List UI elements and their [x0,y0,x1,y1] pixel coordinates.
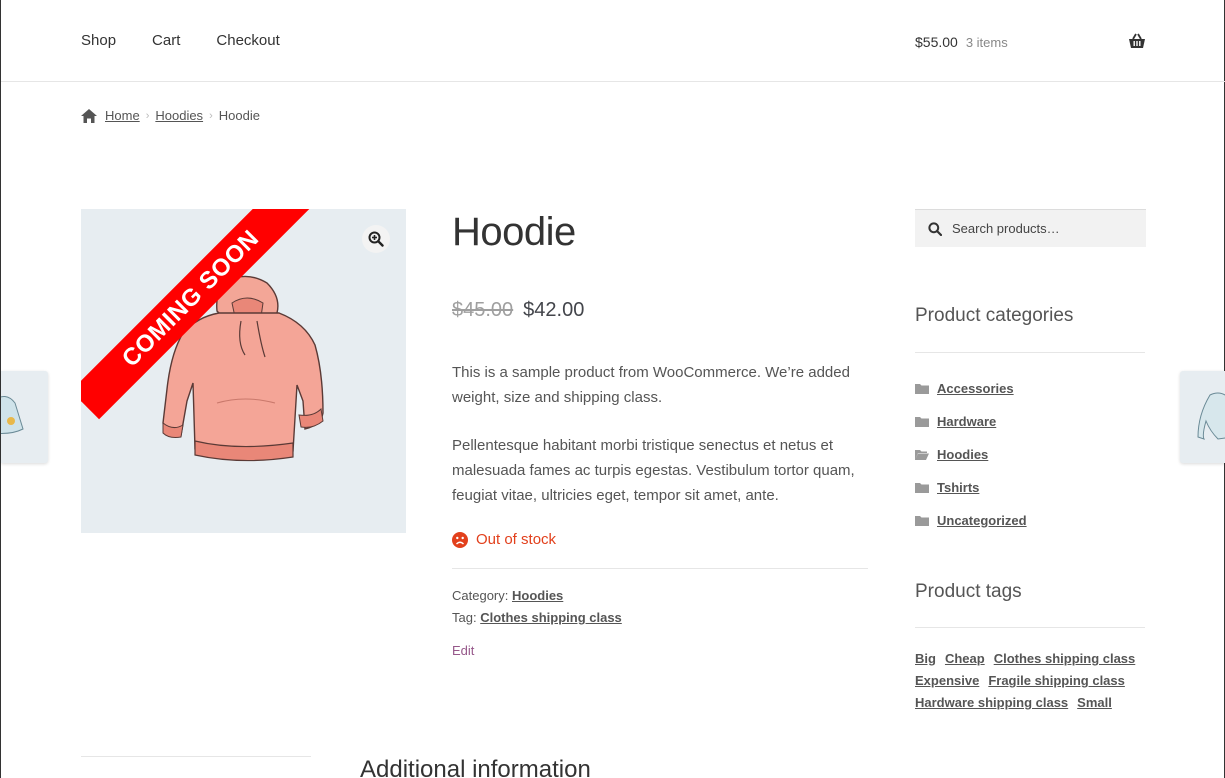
search-input[interactable] [952,221,1142,236]
tag-link[interactable]: Expensive [915,670,979,692]
tag-link[interactable]: Cheap [945,648,985,670]
nav-item-cart[interactable]: Cart [152,32,180,49]
category-link[interactable]: Hoodies [937,447,988,462]
primary-nav: Shop Cart Checkout [81,32,316,49]
category-item: Tshirts [915,471,1027,504]
tag-link[interactable]: Hardware shipping class [915,692,1068,714]
sad-face-icon [452,531,468,548]
search-icon [928,221,942,236]
sale-price: $42.00 [523,299,585,321]
tag-cloud: Big Cheap Clothes shipping class Expensive F… [915,648,1146,714]
divider [915,352,1145,353]
folder-icon [915,384,929,394]
category-item: Hardware [915,405,1027,438]
zoom-button[interactable] [362,225,390,253]
tag-label: Tag: [452,610,477,625]
product-image[interactable]: COMING SOON [81,209,406,533]
category-item: Hoodies [915,438,1027,471]
breadcrumb-separator-icon: › [145,109,150,122]
tag-link[interactable]: Clothes shipping class [480,610,622,625]
tag-link[interactable]: Small [1077,692,1112,714]
categories-widget-title: Product categories [915,305,1074,326]
category-link[interactable]: Hardware [937,414,996,429]
tabs-divider [81,756,311,757]
nav-item-shop[interactable]: Shop [81,32,116,49]
category-link[interactable]: Accessories [937,381,1014,396]
divider [452,568,868,569]
breadcrumb-current: Hoodie [218,108,260,123]
hoodie-thumb-icon [1,396,24,434]
zoom-in-icon [368,231,384,247]
category-item: Uncategorized [915,504,1027,537]
folder-icon [915,483,929,493]
mini-cart[interactable]: $55.00 3 items [915,34,1008,50]
cart-count: 3 items [965,35,1008,50]
stock-text: Out of stock [476,531,557,548]
folder-icon [915,516,929,526]
product-price: $45.00 $42.00 [452,299,868,322]
divider [915,627,1145,628]
tag-link[interactable]: Big [915,648,936,670]
home-icon [81,108,97,123]
basket-icon[interactable] [1128,33,1146,49]
category-list: Accessories Hardware Hoodies Tshirts Unc… [915,372,1027,537]
hoodie-thumb-icon [1197,392,1225,440]
product-summary: Hoodie $45.00 $42.00 This is a sample pro… [452,210,868,660]
tag-link[interactable]: Clothes shipping class [994,648,1136,670]
description-paragraph: Pellentesque habitant morbi tristique se… [452,437,855,504]
tags-widget-title: Product tags [915,581,1022,602]
previous-product-thumb[interactable] [1,371,48,463]
breadcrumb-home[interactable]: Home [105,108,140,123]
folder-icon [915,417,929,427]
cart-amount: $55.00 [915,34,958,50]
breadcrumb: Home › Hoodies › Hoodie [81,108,260,123]
tag-row: Tag: Clothes shipping class [452,607,868,629]
breadcrumb-separator-icon: › [209,109,213,122]
category-row: Category: Hoodies [452,585,868,607]
category-item: Accessories [915,372,1027,405]
product-meta: Category: Hoodies Tag: Clothes shipping … [452,585,868,629]
site-header: Shop Cart Checkout $55.00 3 items [1,0,1225,82]
edit-link[interactable]: Edit [452,643,474,658]
folder-open-icon [915,450,929,460]
product-title: Hoodie [452,210,576,254]
old-price: $45.00 [452,299,514,321]
nav-item-checkout[interactable]: Checkout [216,32,279,49]
category-link[interactable]: Hoodies [512,588,563,603]
breadcrumb-category[interactable]: Hoodies [155,108,203,123]
category-link[interactable]: Uncategorized [937,513,1027,528]
category-label: Category: [452,588,509,603]
tag-link[interactable]: Fragile shipping class [988,670,1125,692]
description-paragraph: This is a sample product from WooCommerc… [452,364,850,406]
product-search[interactable] [915,209,1146,247]
next-product-thumb[interactable] [1180,371,1225,463]
additional-info-heading: Additional information [360,756,591,778]
product-description: This is a sample product from WooCommerc… [452,360,868,508]
stock-status: Out of stock [452,531,868,548]
category-link[interactable]: Tshirts [937,480,979,495]
